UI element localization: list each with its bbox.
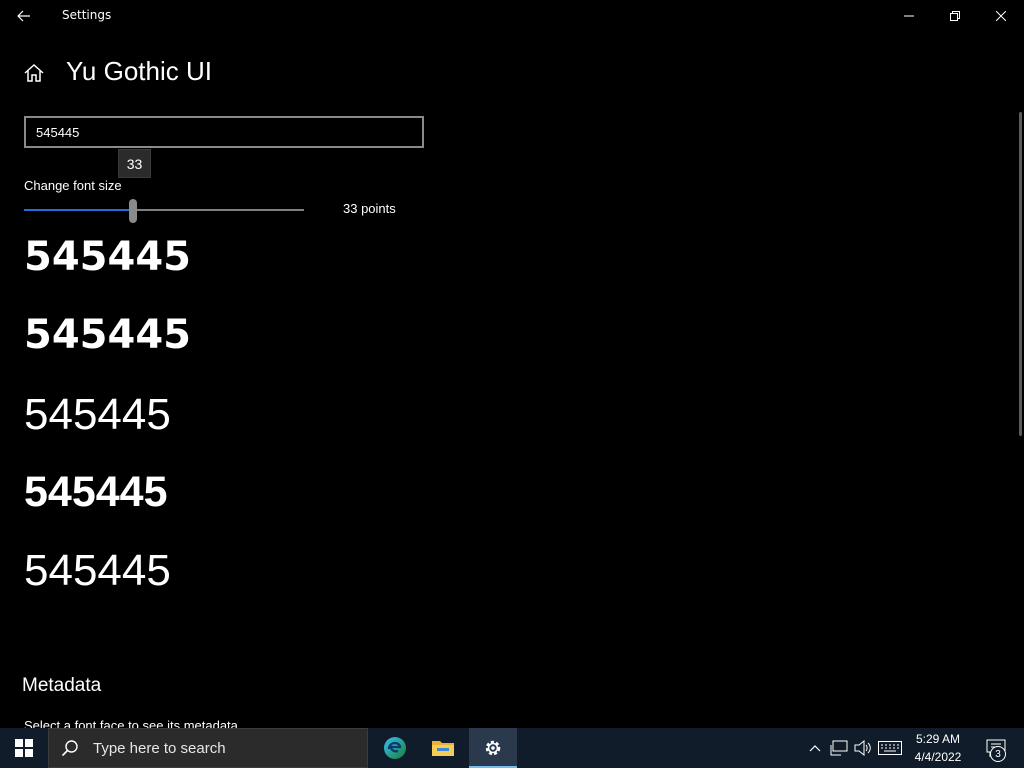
speaker-icon: [854, 740, 871, 756]
network-icon: [830, 740, 848, 756]
font-sample-regular: 545445: [24, 546, 171, 595]
font-sample-light: 545445: [24, 390, 171, 439]
keyboard-icon: [878, 741, 902, 755]
edge-icon: [384, 737, 406, 759]
settings-window: Settings Yu Gothic UI 33 Change font siz…: [0, 0, 1024, 728]
taskbar-clock[interactable]: 5:29 AM 4/4/2022: [906, 730, 970, 766]
slider-thumb[interactable]: [129, 199, 137, 223]
taskbar-file-explorer[interactable]: [419, 728, 467, 768]
page-title: Yu Gothic UI: [66, 56, 212, 86]
restore-icon: [950, 11, 960, 21]
search-placeholder: Type here to search: [93, 739, 226, 757]
taskbar-settings[interactable]: [469, 728, 517, 768]
slider-value-tooltip: 33: [118, 149, 151, 178]
windows-logo-icon: [15, 739, 33, 757]
volume-button[interactable]: [852, 728, 874, 768]
vertical-scrollbar[interactable]: [1019, 112, 1022, 436]
close-button[interactable]: [978, 0, 1024, 32]
home-button[interactable]: [22, 61, 46, 85]
touch-keyboard-button[interactable]: [876, 728, 904, 768]
window-title: Settings: [62, 8, 112, 22]
start-button[interactable]: [0, 728, 48, 768]
taskbar-search-box[interactable]: Type here to search: [48, 728, 368, 768]
metadata-heading: Metadata: [22, 675, 102, 696]
font-sample-bold-2: 545445: [24, 312, 191, 358]
chevron-up-icon: [809, 745, 821, 752]
preview-text-input[interactable]: [24, 116, 424, 148]
minimize-button[interactable]: [886, 0, 932, 32]
slider-fill: [24, 209, 133, 211]
font-sample-semibold: 545445: [24, 468, 168, 516]
network-button[interactable]: [828, 728, 850, 768]
restore-button[interactable]: [932, 0, 978, 32]
notification-count-badge: 3: [990, 746, 1006, 762]
back-button[interactable]: [8, 2, 40, 30]
home-icon: [24, 63, 44, 82]
folder-icon: [432, 741, 454, 756]
clock-time: 5:29 AM: [915, 732, 961, 746]
taskbar: Type here to search 5:29 AM 4/4/2022: [0, 728, 1024, 768]
back-arrow-icon: [17, 10, 30, 22]
gear-icon: [485, 740, 501, 756]
show-hidden-icons-button[interactable]: [806, 728, 824, 768]
font-size-value: 33 points: [343, 201, 396, 216]
font-size-label: Change font size: [24, 178, 122, 193]
font-sample-bold: 545445: [24, 234, 191, 280]
search-icon: [61, 740, 78, 757]
minimize-icon: [904, 15, 914, 17]
close-icon: [996, 11, 1006, 21]
metadata-hint: Select a font face to see its metadata: [24, 718, 238, 728]
taskbar-edge[interactable]: [371, 728, 419, 768]
title-bar: Settings: [0, 0, 1024, 32]
font-size-slider[interactable]: [24, 198, 304, 224]
clock-date: 4/4/2022: [914, 750, 962, 764]
